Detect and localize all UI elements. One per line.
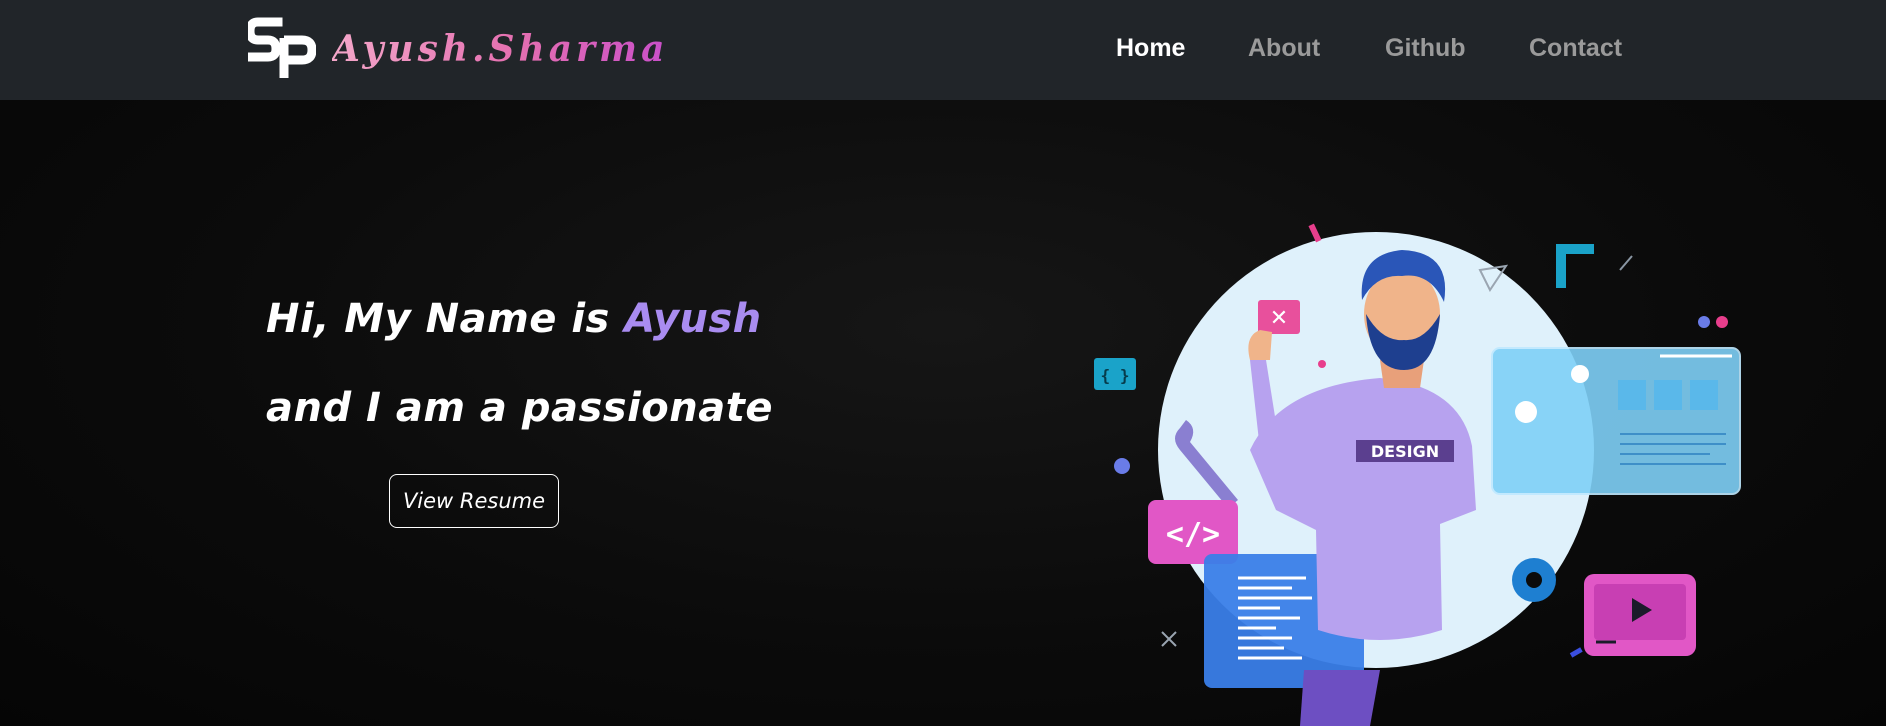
glass-screen-tile-1 [1618,380,1646,410]
gear-icon-hole [1526,572,1542,588]
glass-screen-knob-2 [1515,401,1537,423]
brand[interactable]: Ayush.Sharma [248,16,668,82]
developer-legs [1300,670,1380,726]
glass-screen-tile-3 [1690,380,1718,410]
deco-cyan-corner-top [1556,244,1594,254]
close-badge-symbol: ✕ [1270,306,1288,331]
hero-greeting: Hi, My Name is Ayush [266,296,762,342]
nav-github-link[interactable]: Github [1385,34,1466,63]
hero-greeting-prefix: Hi, My Name is [266,296,625,342]
deco-dot-small [1318,360,1326,368]
developer-illustration: { } ✕ </> DESIGN [1094,223,1741,726]
braces-text: { } [1101,366,1130,385]
deco-pink-dash [1308,223,1322,243]
deco-dot-pink [1716,316,1728,328]
deco-dot-purple [1114,458,1130,474]
design-badge-text: DESIGN [1371,442,1439,461]
glass-screen-tile-2 [1654,380,1682,410]
nav-contact-link[interactable]: Contact [1529,34,1622,63]
sp-monogram-icon [248,17,316,78]
brand-name: Ayush.Sharma [332,28,669,70]
deco-cross [1161,631,1177,647]
navbar: Ayush.Sharma Home About Github Contact [0,0,1886,100]
deco-line-1 [1619,255,1633,271]
glass-screen-knob-1 [1571,365,1589,383]
deco-dot-blue [1698,316,1710,328]
hero-tagline: and I am a passionate [266,385,774,431]
hero-name: Ayush [624,296,762,342]
code-card-symbol: </> [1166,517,1220,552]
nav-home-link[interactable]: Home [1116,34,1185,63]
nav-about-link[interactable]: About [1248,34,1320,63]
view-resume-button[interactable]: View Resume [389,474,559,528]
deco-blue-dash [1569,647,1583,658]
